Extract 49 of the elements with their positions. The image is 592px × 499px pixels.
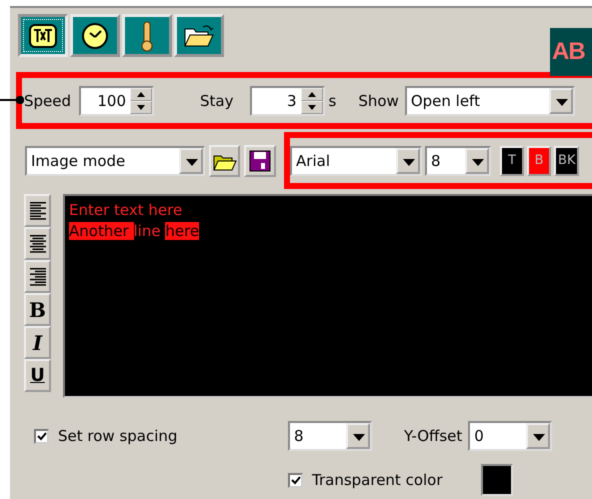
align-center-button[interactable] <box>24 227 51 260</box>
color-swatch[interactable] <box>481 464 513 496</box>
stay-field[interactable]: 3 <box>250 86 325 116</box>
transparent-color-checkbox[interactable]: Transparent color <box>288 471 481 489</box>
y-offset-dropdown[interactable]: 0 <box>468 421 552 451</box>
color-button[interactable]: BK <box>554 146 580 176</box>
size-dropdown[interactable]: 8 <box>425 146 492 176</box>
underline-button[interactable]: U <box>24 359 51 392</box>
row-spacing-dropdown[interactable]: 8 <box>288 421 372 451</box>
unit-label: s <box>328 92 336 110</box>
align-left-icon <box>28 200 46 220</box>
align-center-icon <box>28 234 46 254</box>
bold-button[interactable]: B <box>24 293 51 326</box>
check-icon <box>36 430 47 442</box>
font-dropdown[interactable]: Arial <box>290 146 422 176</box>
down-arrow-icon[interactable] <box>137 104 146 110</box>
toolbar-button[interactable] <box>18 14 68 57</box>
editor-text: line <box>134 222 162 240</box>
clock-icon <box>80 20 110 50</box>
y-offset-label: Y-Offset <box>404 427 462 445</box>
show-dropdown[interactable]: Open left <box>404 86 575 116</box>
toolbar-button[interactable] <box>70 14 120 57</box>
text-icon <box>28 22 58 48</box>
up-arrow-icon[interactable] <box>308 92 316 96</box>
editor-text: here <box>165 222 200 240</box>
italic-button[interactable]: I <box>24 326 51 359</box>
speed-label: Speed <box>24 92 72 110</box>
toolbar-button[interactable] <box>122 14 172 57</box>
down-arrow-icon[interactable] <box>308 104 316 110</box>
folder-icon <box>183 22 215 48</box>
text-editor[interactable]: Enter text here Another line here <box>63 194 592 398</box>
toolbar-button[interactable] <box>174 14 224 57</box>
open-button[interactable] <box>208 144 240 176</box>
color-button[interactable]: T <box>500 146 524 176</box>
show-label: Show <box>358 92 399 110</box>
save-button[interactable] <box>244 144 276 176</box>
align-left-button[interactable] <box>24 194 51 227</box>
speed-field[interactable]: 100 <box>79 86 154 116</box>
stay-label: Stay <box>200 92 234 110</box>
row-spacing-checkbox[interactable]: Set row spacing <box>34 427 288 445</box>
check-icon <box>290 474 301 486</box>
editor-text: Another <box>69 222 134 240</box>
editor-text: Enter text here <box>69 201 182 219</box>
preview-text: AB <box>550 28 592 76</box>
thermometer-icon <box>139 20 155 52</box>
align-right-icon <box>28 266 46 286</box>
up-arrow-icon[interactable] <box>137 92 146 96</box>
mode-dropdown[interactable]: Image mode <box>25 146 205 176</box>
align-right-button[interactable] <box>24 260 51 293</box>
